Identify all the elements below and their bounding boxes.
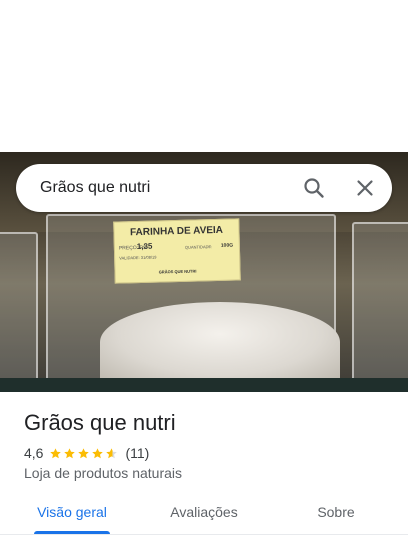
star-icon bbox=[64, 447, 76, 458]
place-title: Grãos que nutri bbox=[24, 410, 176, 435]
product-label-quantity-caption: QUANTIDADE: bbox=[184, 244, 213, 250]
place-category[interactable]: Loja de produtos naturais bbox=[24, 465, 182, 481]
tab-overview[interactable]: Visão geral bbox=[24, 490, 120, 534]
rating-row[interactable]: 4,6 (11) bbox=[24, 444, 149, 462]
product-label-validity: VALIDADE: 31/08/19 bbox=[119, 254, 157, 261]
star-icon bbox=[106, 447, 118, 458]
rating-value: 4,6 bbox=[24, 445, 44, 461]
photo-bin-left bbox=[0, 232, 38, 392]
photo-floor bbox=[0, 378, 408, 392]
product-label-title: FARINHA DE AVEIA bbox=[129, 224, 224, 239]
search-bar bbox=[16, 164, 392, 212]
map-blank-area bbox=[0, 0, 408, 152]
close-icon[interactable] bbox=[353, 176, 377, 200]
tab-reviews[interactable]: Avaliações bbox=[156, 490, 252, 534]
photo-bin-right bbox=[352, 222, 408, 392]
tab-about[interactable]: Sobre bbox=[300, 490, 372, 534]
search-icon[interactable] bbox=[302, 176, 326, 200]
product-label: FARINHA DE AVEIA PREÇO: R$ 1,35 VALIDADE… bbox=[113, 218, 241, 284]
rating-stars bbox=[49, 447, 119, 460]
product-label-price: 1,35 bbox=[136, 241, 153, 252]
product-label-quantity: 100G bbox=[220, 242, 234, 249]
review-count[interactable]: (11) bbox=[125, 445, 149, 461]
product-label-brand: GRÃOS QUE NUTRI bbox=[158, 268, 197, 275]
tabs-divider bbox=[0, 534, 408, 535]
place-info-panel: Grãos que nutri 4,6 (11) Loja de produto… bbox=[0, 392, 408, 544]
star-icon bbox=[78, 447, 90, 458]
search-input[interactable] bbox=[40, 164, 290, 212]
place-tabs: Visão geral Avaliações Sobre bbox=[0, 490, 408, 536]
star-icon bbox=[50, 447, 62, 458]
photo-flour bbox=[100, 302, 340, 382]
star-icon bbox=[92, 447, 104, 458]
